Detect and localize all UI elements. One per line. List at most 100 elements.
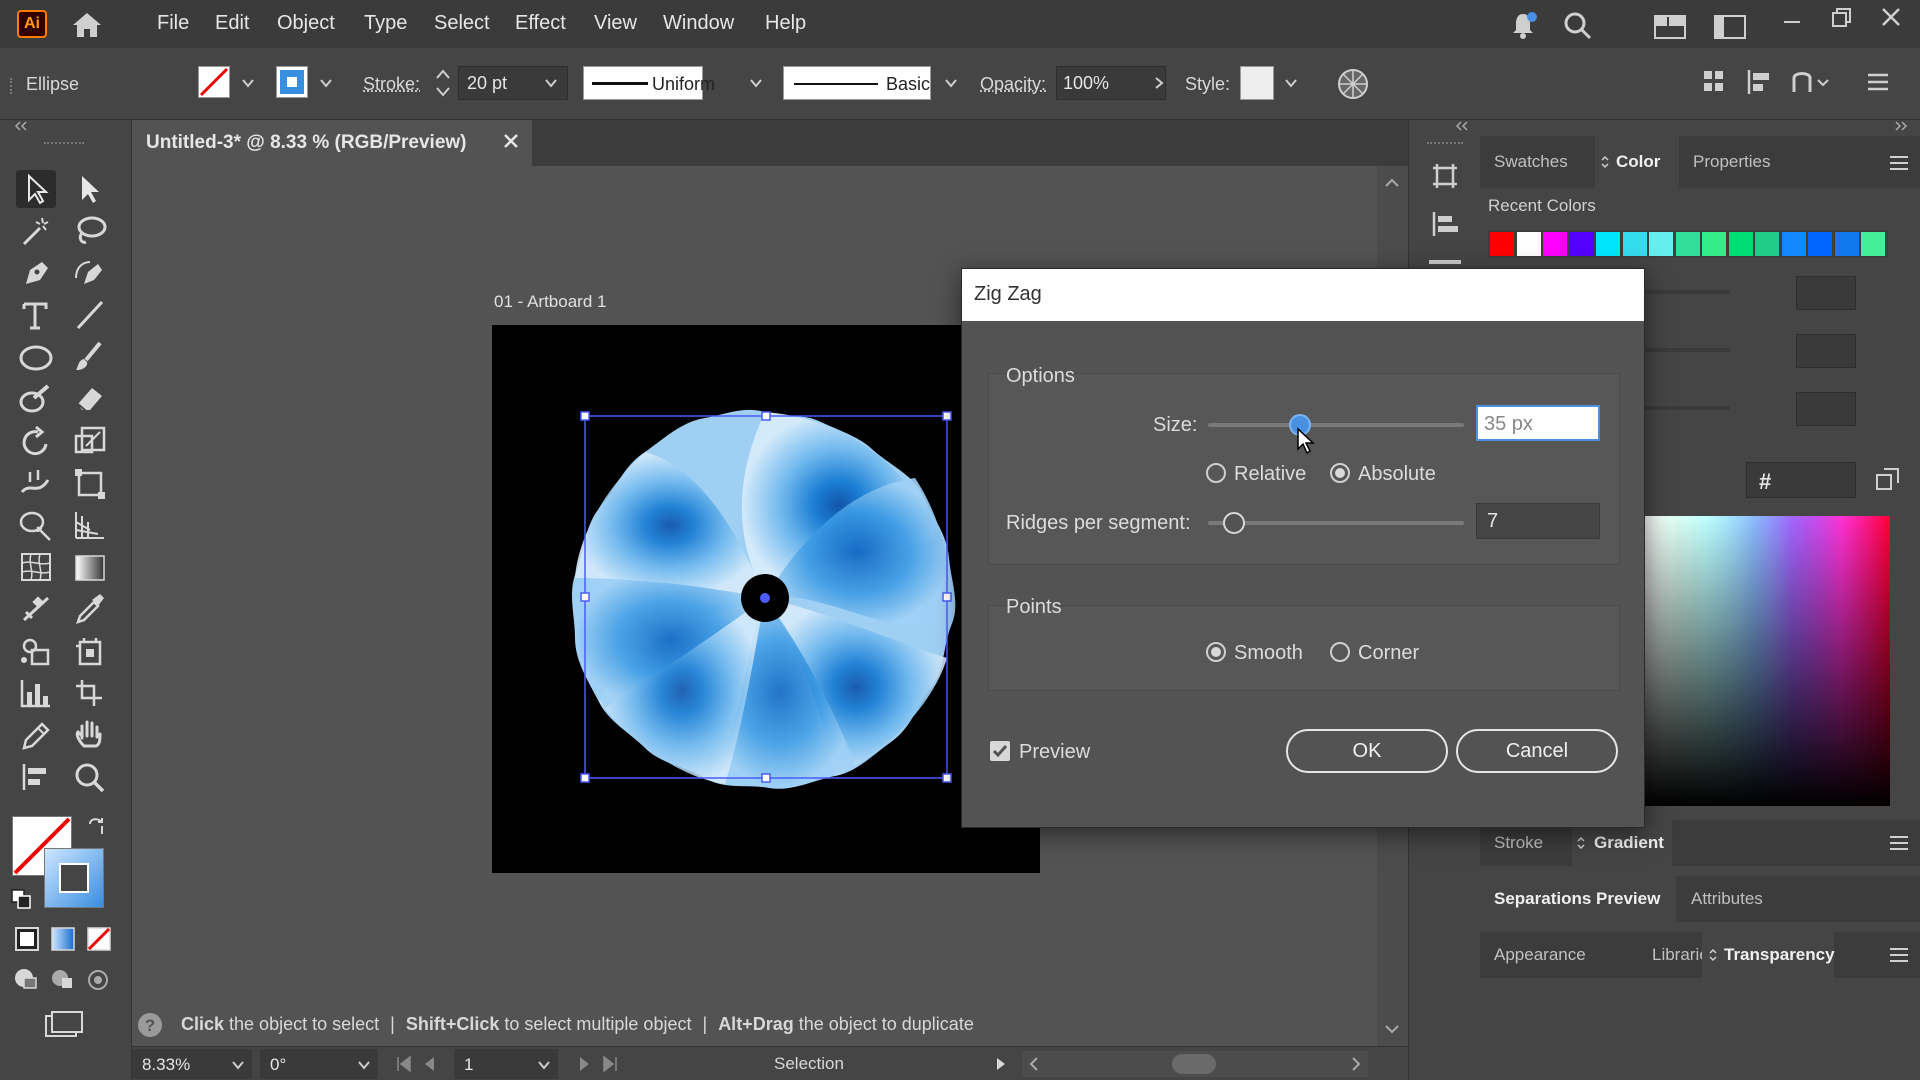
menu-select[interactable]: Select [434, 12, 490, 35]
preview-label[interactable]: Preview [1019, 741, 1090, 764]
tab-gradient[interactable]: Gradient [1594, 833, 1664, 853]
stroke-label[interactable]: Stroke: [363, 74, 420, 95]
direct-selection-tool-icon[interactable] [70, 170, 110, 208]
ellipse-tool-icon[interactable] [16, 338, 56, 376]
tab-transparency-stepper-icon[interactable] [1708, 947, 1718, 963]
horizontal-scroll-thumb[interactable] [1172, 1054, 1216, 1074]
absolute-radio[interactable] [1330, 463, 1350, 483]
recent-color-swatch[interactable] [1490, 232, 1514, 256]
column-graph-tool-icon[interactable] [16, 674, 56, 712]
recent-color-swatch[interactable] [1596, 232, 1620, 256]
out-of-gamut-icon[interactable] [1874, 466, 1902, 494]
panel-menu-icon[interactable] [1888, 154, 1910, 172]
recent-color-swatch[interactable] [1516, 232, 1541, 256]
tab-separations-preview[interactable]: Separations Preview [1494, 889, 1660, 909]
menu-type[interactable]: Type [364, 12, 407, 35]
menu-edit[interactable]: Edit [215, 12, 249, 35]
style-chevron-icon[interactable] [1283, 75, 1299, 91]
stroke-weight-chevron-icon[interactable] [543, 75, 559, 91]
current-tool-label[interactable]: Selection [774, 1054, 844, 1074]
size-input[interactable]: 35 px [1476, 405, 1600, 441]
ok-button[interactable]: OK [1286, 729, 1448, 773]
variable-width-profile[interactable]: Uniform [583, 66, 715, 100]
color-slider-row[interactable] [1630, 406, 1730, 410]
control-bar-menu-icon[interactable] [1866, 72, 1890, 94]
fill-dropdown-chevron-icon[interactable] [240, 75, 256, 91]
blend-tool-icon[interactable] [16, 590, 56, 628]
recent-color-swatch[interactable] [1675, 232, 1700, 256]
document-tab[interactable]: Untitled-3* @ 8.33 % (RGB/Preview) [132, 120, 532, 166]
artboard-tool-icon[interactable] [70, 632, 110, 670]
recent-color-swatch[interactable] [1622, 232, 1647, 256]
smooth-radio[interactable] [1206, 642, 1226, 662]
close-window-icon[interactable] [1879, 5, 1903, 29]
menu-window[interactable]: Window [663, 12, 734, 35]
color-value-field[interactable] [1796, 276, 1856, 310]
gradient-mode-icon[interactable] [50, 926, 76, 952]
artboards-panel-icon[interactable] [1429, 160, 1461, 192]
recent-color-swatch[interactable] [1861, 232, 1885, 256]
tab-appearance[interactable]: Appearance [1494, 945, 1586, 965]
screen-mode-icon[interactable] [44, 1010, 84, 1042]
tab-color-stepper-icon[interactable] [1600, 154, 1610, 170]
recent-color-swatch[interactable] [1781, 232, 1806, 256]
corner-radio[interactable] [1330, 642, 1350, 662]
recent-color-swatch[interactable] [1834, 232, 1859, 256]
perspective-grid-tool-icon[interactable] [70, 506, 110, 544]
eyedropper-tool-icon[interactable] [70, 590, 110, 628]
preview-checkbox[interactable] [990, 741, 1010, 761]
menu-view[interactable]: View [594, 12, 637, 35]
color-value-field[interactable] [1796, 334, 1856, 368]
slice-tool-icon[interactable] [70, 674, 110, 712]
symbol-sprayer-tool-icon[interactable] [16, 632, 56, 670]
collapse-toolbar-icon[interactable] [12, 120, 30, 132]
stroke-color-swatch[interactable] [44, 848, 104, 908]
tab-stroke[interactable]: Stroke [1494, 833, 1543, 853]
curvature-tool-icon[interactable] [70, 254, 110, 292]
stroke-swatch[interactable] [276, 66, 308, 98]
color-mode-icon[interactable] [14, 926, 40, 952]
workspace-switcher-icon[interactable] [1654, 15, 1686, 39]
menu-object[interactable]: Object [277, 12, 335, 35]
hex-field[interactable]: # [1746, 462, 1856, 498]
shaper-tool-icon[interactable] [16, 380, 56, 418]
draw-behind-icon[interactable] [50, 968, 76, 992]
zoom-chevron-icon[interactable] [230, 1057, 246, 1073]
next-artboard-icon[interactable] [576, 1055, 592, 1073]
opacity-field[interactable]: 100% [1056, 66, 1166, 100]
smooth-label[interactable]: Smooth [1234, 642, 1303, 665]
tab-transparency[interactable]: Transparency [1724, 945, 1835, 965]
size-slider[interactable] [1208, 414, 1464, 436]
arrange-documents-icon[interactable] [1714, 15, 1746, 39]
opacity-label[interactable]: Opacity: [980, 74, 1046, 95]
tab-swatches[interactable]: Swatches [1494, 152, 1568, 172]
draw-normal-icon[interactable] [12, 966, 40, 992]
ridges-input[interactable]: 7 [1476, 503, 1600, 539]
free-transform-tool-icon[interactable] [70, 464, 110, 502]
notification-bell-icon[interactable] [1508, 10, 1538, 40]
zoom-tool-icon[interactable] [70, 758, 110, 796]
draw-inside-icon[interactable] [86, 968, 110, 992]
tab-color[interactable]: Color [1616, 152, 1660, 172]
minimize-icon[interactable] [1781, 8, 1803, 30]
recent-color-swatch[interactable] [1543, 232, 1567, 256]
fill-swatch[interactable] [198, 66, 230, 98]
type-tool-icon[interactable] [16, 296, 56, 334]
magic-wand-tool-icon[interactable] [16, 212, 56, 250]
none-mode-icon[interactable] [86, 926, 112, 952]
stroke-weight-field[interactable]: 20 pt [458, 66, 568, 100]
artboard-label[interactable]: 01 - Artboard 1 [494, 292, 606, 312]
rotation-chevron-icon[interactable] [356, 1057, 372, 1073]
align-panel-icon[interactable] [1429, 208, 1461, 240]
menu-effect[interactable]: Effect [515, 12, 566, 35]
ridges-slider[interactable] [1208, 512, 1464, 534]
pen-tool-icon[interactable] [16, 254, 56, 292]
panel-menu-icon[interactable] [1888, 946, 1910, 964]
absolute-label[interactable]: Absolute [1358, 463, 1436, 486]
default-fill-stroke-icon[interactable] [10, 888, 32, 910]
help-icon[interactable]: ? [137, 1012, 163, 1038]
artboard-number-field[interactable]: 1 [454, 1049, 558, 1079]
color-value-field[interactable] [1796, 392, 1856, 426]
recent-color-swatch[interactable] [1755, 232, 1779, 256]
mesh-tool-icon[interactable] [16, 548, 56, 586]
